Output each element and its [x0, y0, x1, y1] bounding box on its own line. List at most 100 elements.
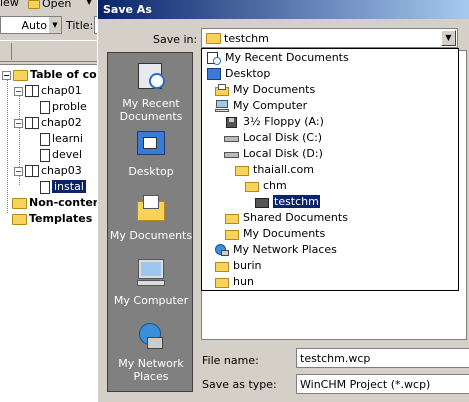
place-label: My Network Places	[118, 357, 184, 383]
dropdown-item-label: My Documents	[233, 83, 316, 96]
desktop-icon	[206, 68, 222, 80]
page-icon	[40, 100, 50, 114]
toc-tree: − Table of co − chap01 proble − chap02 lear…	[0, 64, 100, 402]
tree-label: chap01	[41, 84, 82, 97]
folder-icon	[234, 164, 250, 176]
tree-node-page[interactable]: learni	[40, 131, 83, 147]
tree-node-templates[interactable]: Templates	[12, 211, 92, 227]
desktop-icon	[135, 129, 167, 159]
dropdown-item-thaiall[interactable]: thaiall.com	[234, 162, 314, 178]
tree-node-page[interactable]: devel	[40, 147, 82, 163]
file-name-label: File name:	[202, 354, 259, 367]
place-desktop[interactable]: Desktop	[108, 129, 194, 178]
dropdown-item-hun[interactable]: hun	[214, 274, 254, 290]
view-menu[interactable]: iew	[0, 0, 19, 9]
tree-node-chap01[interactable]: − chap01	[14, 83, 82, 99]
my-computer-icon	[214, 100, 230, 112]
auto-combo[interactable]: Auto ▼	[0, 16, 62, 34]
floppy-icon	[224, 116, 240, 128]
auto-combo-value: Auto	[21, 19, 47, 32]
chevron-down-icon[interactable]: ▼	[441, 30, 456, 46]
dropdown-item-label: My Computer	[233, 99, 308, 112]
save-as-dialog: Save As Save in: testchm ▼ My Recent Doc…	[97, 0, 469, 402]
book-icon	[25, 85, 39, 97]
folder-icon	[12, 213, 27, 225]
recent-documents-icon	[135, 61, 167, 91]
dialog-titlebar[interactable]: Save As	[98, 0, 469, 19]
dropdown-item-label: burin	[233, 259, 262, 272]
dropdown-item-label: Local Disk (C:)	[243, 131, 323, 144]
dropdown-item-my-documents-2[interactable]: My Documents	[224, 226, 325, 242]
dropdown-item-label: My Recent Documents	[225, 51, 349, 64]
tree-label: chap02	[41, 116, 82, 129]
dialog-title: Save As	[103, 3, 152, 16]
dropdown-item-local-disk-d[interactable]: Local Disk (D:)	[224, 146, 323, 162]
tree-label: Table of co	[30, 68, 97, 81]
tree-node-chap03[interactable]: − chap03	[14, 163, 82, 179]
open-folder-icon	[28, 0, 40, 9]
dropdown-item-my-computer[interactable]: My Computer	[214, 98, 307, 114]
place-label: My Documents	[109, 229, 193, 242]
title-label: Title:	[66, 19, 94, 32]
place-label: Desktop	[128, 165, 174, 178]
dropdown-item-label: Shared Documents	[243, 211, 348, 224]
tree-label: Templates	[29, 212, 93, 225]
place-network-places[interactable]: My Network Places	[108, 321, 194, 383]
tree-label: chap03	[41, 164, 82, 177]
save-in-dropdown: My Recent Documents Desktop My Documents…	[201, 48, 459, 291]
tree-node-root[interactable]: − Table of co	[2, 67, 97, 83]
tree-label: devel	[52, 148, 83, 161]
dropdown-item-label: Local Disk (D:)	[243, 147, 323, 160]
tree-label: proble	[52, 100, 87, 113]
collapse-icon[interactable]: −	[2, 70, 11, 80]
tree-node-chap02[interactable]: − chap02	[14, 115, 82, 131]
toolbar-strip	[0, 40, 100, 62]
drive-icon	[224, 132, 240, 144]
dropdown-item-shared-documents[interactable]: Shared Documents	[224, 210, 348, 226]
open-button[interactable]: Open	[28, 0, 71, 10]
recent-documents-icon	[206, 52, 222, 65]
my-documents-icon	[135, 193, 167, 223]
collapse-icon[interactable]: −	[14, 118, 23, 128]
chevron-down-icon[interactable]: ▼	[48, 17, 61, 33]
dropdown-item-burin[interactable]: burin	[214, 258, 262, 274]
save-in-value: testchm	[224, 32, 269, 45]
place-my-computer[interactable]: My Computer	[108, 258, 194, 307]
tree-label: learni	[52, 132, 83, 145]
background-toolbar: iew Open ▼	[0, 0, 100, 12]
dropdown-item-local-disk-c[interactable]: Local Disk (C:)	[224, 130, 322, 146]
collapse-icon[interactable]: −	[14, 166, 23, 176]
dropdown-item-testchm[interactable]: testchm	[254, 194, 320, 210]
open-dropdown-icon[interactable]: ▼	[86, 0, 92, 6]
save-as-type-select[interactable]: WinCHM Project (*.wcp)	[296, 374, 469, 394]
dropdown-item-network-places[interactable]: My Network Places	[214, 242, 337, 258]
toolbar-divider	[11, 43, 12, 60]
dropdown-item-my-documents[interactable]: My Documents	[214, 82, 315, 98]
dropdown-item-recent-documents[interactable]: My Recent Documents	[206, 50, 349, 66]
file-name-input[interactable]: testchm.wcp	[296, 348, 469, 368]
dropdown-item-desktop[interactable]: Desktop	[206, 66, 270, 82]
drive-icon	[224, 148, 240, 160]
open-folder-icon	[254, 196, 270, 208]
tree-node-page-selected[interactable]: instal	[40, 179, 86, 195]
dropdown-item-label: chm	[263, 179, 287, 192]
tree-label: instal	[52, 180, 86, 193]
folder-icon	[224, 212, 240, 224]
dropdown-item-label: Desktop	[225, 67, 271, 80]
background-app: iew Open ▼ Auto ▼ Title: − Table of co − c…	[0, 0, 100, 402]
tree-node-page[interactable]: proble	[40, 99, 87, 115]
save-in-label: Save in:	[153, 33, 198, 46]
folder-icon	[214, 260, 230, 272]
place-my-documents[interactable]: My Documents	[108, 193, 194, 242]
place-label: My Recent Documents	[119, 97, 183, 123]
place-recent-documents[interactable]: My Recent Documents	[108, 61, 194, 123]
dropdown-item-chm[interactable]: chm	[244, 178, 287, 194]
dropdown-item-label: My Documents	[243, 227, 326, 240]
tree-node-nonconter[interactable]: Non-conter	[12, 195, 98, 211]
tree-label: Non-conter	[29, 196, 99, 209]
collapse-icon[interactable]: −	[14, 86, 23, 96]
save-in-combo[interactable]: testchm ▼	[201, 28, 458, 48]
dropdown-item-floppy[interactable]: 3½ Floppy (A:)	[224, 114, 324, 130]
page-icon	[40, 132, 50, 146]
folder-icon	[224, 228, 240, 240]
